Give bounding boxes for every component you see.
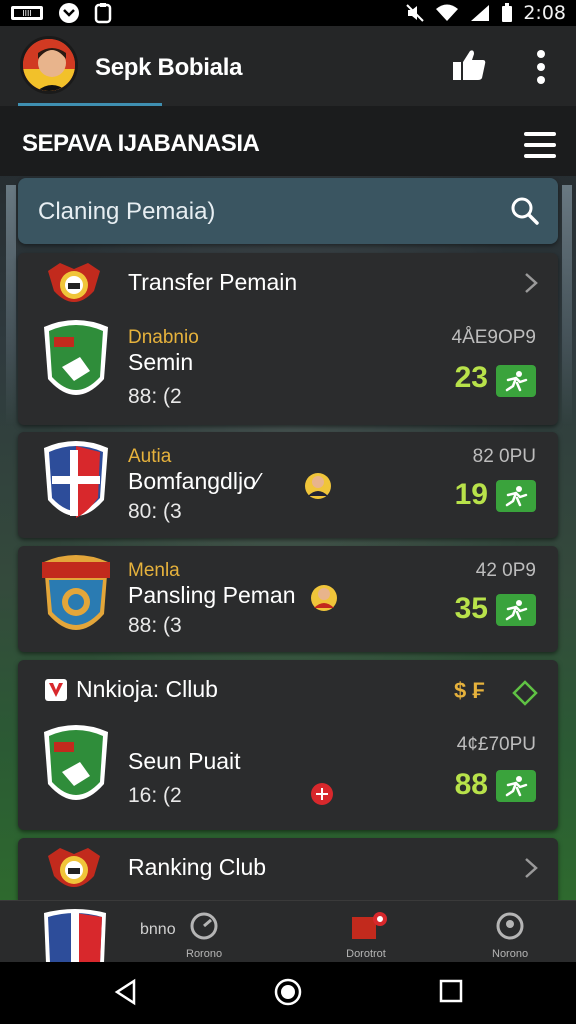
transfer-action-button[interactable] [496, 480, 536, 512]
section-title: SEPAVA IJABANASIA [22, 130, 260, 157]
player-price: 4ÅE9OP9 [451, 327, 537, 348]
notification-icon [58, 2, 80, 24]
player-score: 19 [454, 478, 488, 511]
alert-badge-icon [311, 783, 333, 805]
system-navigation-bar [0, 962, 576, 1024]
player-stat: 16: (2 [128, 784, 182, 807]
more-options-icon[interactable] [530, 50, 552, 84]
player-stat: 88: (2 [128, 385, 182, 408]
mini-player-icon [311, 585, 337, 611]
nav-record[interactable]: Rorono [186, 911, 222, 960]
transfer-header-label: Transfer Pemain [128, 269, 298, 295]
player-name: Seun Puait [128, 748, 241, 774]
team-shield-icon [44, 909, 106, 963]
club-crest-icon [48, 848, 100, 887]
team-shield-icon [44, 320, 108, 395]
transfer-action-button[interactable] [496, 770, 536, 802]
transfer-header-row[interactable]: Transfer Pemain [18, 253, 558, 315]
clipboard-icon [94, 2, 112, 24]
player-name: Pansling Peman [128, 582, 296, 608]
player-category: Autia [128, 446, 172, 467]
timer-icon [190, 912, 218, 940]
gallery-icon: IIII [10, 4, 44, 22]
battery-icon [502, 3, 513, 22]
app-bar: Sepk Bobiala [0, 26, 576, 106]
svg-text:IIII: IIII [22, 9, 31, 18]
player-stat: 80: (3 [128, 500, 182, 523]
nav-home[interactable]: bnno [140, 921, 176, 939]
section-header: SEPAVA IJABANASIA [0, 106, 576, 176]
player-category: Menla [128, 560, 180, 581]
ranking-club-label: Ranking Club [128, 854, 267, 880]
team-shield-icon [44, 441, 108, 518]
transfer-card: Transfer Pemain Dnabnio Semin 88: (2 4ÅE… [18, 253, 558, 425]
search-icon[interactable] [510, 196, 540, 226]
player-card[interactable]: Autia Bomfangdljo⁄ 80: (3 82 0PU 19 [18, 432, 558, 538]
avatar[interactable] [20, 36, 78, 94]
ranking-header-row[interactable]: Nnkioja: Cllub $ ₣ [18, 660, 558, 722]
player-score: 88 [454, 768, 488, 801]
list-item[interactable]: Dnabnio Semin 88: (2 4ÅE9OP9 23 [18, 315, 558, 425]
like-icon[interactable] [450, 48, 488, 82]
transfer-action-button[interactable] [496, 594, 536, 626]
ranking-header-label: Nnkioja: Cllub [76, 676, 218, 702]
ranking-club-row[interactable]: Ranking Club [18, 838, 558, 900]
transfer-action-button[interactable] [496, 365, 536, 397]
bottom-navigation: bnno Rorono Dorotrot Norono [0, 900, 576, 963]
app-title: Sepk Bobiala [95, 54, 243, 81]
menu-icon[interactable] [524, 132, 556, 158]
player-run-icon [505, 486, 528, 507]
player-price: 82 0PU [472, 446, 536, 467]
back-icon[interactable] [112, 978, 140, 1006]
search-input[interactable]: Claning Pemaia) [18, 178, 558, 244]
nav-profile-label: Norono [492, 948, 529, 960]
status-bar: IIII 2:08 [0, 0, 576, 26]
chevron-right-icon [525, 273, 538, 293]
status-time: 2:08 [523, 2, 566, 24]
home-icon[interactable] [274, 978, 302, 1006]
club-logo-icon [45, 679, 67, 701]
mute-icon [406, 4, 425, 22]
mini-player-icon [305, 473, 331, 499]
list-item[interactable]: Seun Puait 16: (2 4¢£70PU 88 [18, 722, 558, 832]
player-card[interactable]: Menla Pansling Peman 88: (3 42 0P9 35 [18, 546, 558, 652]
team-shield-icon [44, 725, 108, 800]
team-shield-icon [42, 555, 110, 630]
nav-record-label: Rorono [186, 948, 223, 960]
player-price: 42 0P9 [475, 560, 536, 581]
player-run-icon [505, 371, 528, 392]
player-score: 35 [454, 592, 488, 625]
player-stat: 88: (3 [128, 614, 182, 637]
profile-icon [496, 912, 524, 940]
wifi-icon [436, 4, 459, 21]
location-icon[interactable] [512, 680, 538, 706]
inbox-icon [352, 912, 387, 939]
player-price: 4¢£70PU [456, 734, 536, 755]
recents-icon[interactable] [438, 978, 464, 1004]
nav-notifications-label: Dorotrot [346, 948, 386, 960]
currency-label: $ ₣ [454, 678, 485, 703]
signal-icon [471, 5, 490, 21]
nav-notifications[interactable]: Dorotrot [342, 911, 390, 960]
ranking-card: Nnkioja: Cllub $ ₣ Seun Puait 16: (2 4¢£… [18, 660, 558, 830]
player-name: Semin [128, 349, 194, 375]
player-score: 23 [454, 361, 488, 394]
player-run-icon [505, 776, 528, 797]
chevron-right-icon [525, 858, 538, 878]
nav-profile[interactable]: Norono [492, 911, 528, 960]
club-crest-icon [48, 263, 100, 302]
nav-home-label: bnno [140, 921, 176, 938]
player-run-icon [505, 600, 528, 621]
player-name: Bomfangdljo⁄ [128, 468, 260, 494]
player-category: Dnabnio [128, 327, 199, 348]
search-placeholder: Claning Pemaia) [38, 198, 216, 225]
